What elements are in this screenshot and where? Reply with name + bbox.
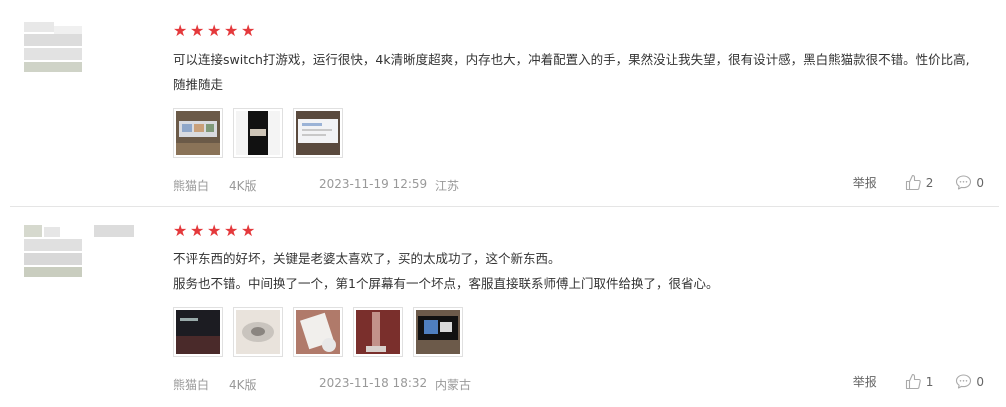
review-thumbnail[interactable] <box>413 307 463 357</box>
star-icon: ★ <box>224 21 239 40</box>
review-text: 不评东西的好坏，关键是老婆太喜欢了，买的太成功了，这个新东西。 服务也不错。中间… <box>173 246 979 296</box>
product-variant: 熊猫白 <box>173 179 210 193</box>
star-icon: ★ <box>241 21 256 40</box>
review-thumbnail[interactable] <box>173 108 223 158</box>
star-icon: ★ <box>173 221 188 240</box>
thumbs-up-icon <box>905 174 922 191</box>
report-link[interactable]: 举报 <box>853 373 877 390</box>
review-images <box>173 108 343 158</box>
star-icon: ★ <box>173 21 188 40</box>
comment-button[interactable]: 0 <box>955 373 984 390</box>
review-text-line: 服务也不错。中间换了一个，第1个屏幕有一个坏点，客服直接联系师傅上门取件给换了，… <box>173 276 719 291</box>
comment-count: 0 <box>976 175 984 190</box>
comment-bubble-icon <box>955 174 972 191</box>
like-count: 2 <box>925 175 934 190</box>
rating-stars: ★ ★ ★ ★ ★ <box>173 223 257 239</box>
comment-count: 0 <box>976 374 984 389</box>
review-meta: 熊猫白 4K版 2023-11-18 18:32 内蒙古 <box>173 376 471 393</box>
star-icon: ★ <box>224 221 239 240</box>
star-icon: ★ <box>207 221 222 240</box>
review-item: ★ ★ ★ ★ ★ 可以连接switch打游戏，运行很快，4k清晰度超爽，内存也… <box>0 0 1006 207</box>
like-count: 1 <box>925 374 934 389</box>
comment-bubble-icon <box>955 373 972 390</box>
review-meta: 熊猫白 4K版 2023-11-19 12:59 江苏 <box>173 177 459 194</box>
star-icon: ★ <box>190 221 205 240</box>
review-date: 2023-11-18 18:32 <box>319 376 428 390</box>
review-images <box>173 307 463 357</box>
review-location: 内蒙古 <box>435 378 472 392</box>
review-location: 江苏 <box>435 179 460 193</box>
review-divider <box>10 206 999 207</box>
like-button[interactable]: 2 <box>905 174 934 191</box>
review-date: 2023-11-19 12:59 <box>319 177 428 191</box>
product-spec: 4K版 <box>229 378 257 392</box>
review-thumbnail[interactable] <box>173 307 223 357</box>
review-thumbnail[interactable] <box>233 108 283 158</box>
star-icon: ★ <box>207 21 222 40</box>
review-actions: 举报 1 0 <box>853 373 984 390</box>
review-actions: 举报 2 0 <box>853 174 984 191</box>
star-icon: ★ <box>241 221 256 240</box>
avatar <box>24 225 134 279</box>
review-thumbnail[interactable] <box>293 108 343 158</box>
report-link[interactable]: 举报 <box>853 174 877 191</box>
like-button[interactable]: 1 <box>905 373 934 390</box>
review-text-line: 不评东西的好坏，关键是老婆太喜欢了，买的太成功了，这个新东西。 <box>173 251 561 266</box>
review-text: 可以连接switch打游戏，运行很快，4k清晰度超爽，内存也大，冲着配置入的手，… <box>173 47 979 97</box>
star-icon: ★ <box>190 21 205 40</box>
review-thumbnail[interactable] <box>233 307 283 357</box>
rating-stars: ★ ★ ★ ★ ★ <box>173 23 257 39</box>
product-variant: 熊猫白 <box>173 378 210 392</box>
thumbs-up-icon <box>905 373 922 390</box>
review-text-line: 可以连接switch打游戏，运行很快，4k清晰度超爽，内存也大，冲着配置入的手，… <box>173 52 970 92</box>
avatar <box>24 22 84 74</box>
comment-button[interactable]: 0 <box>955 174 984 191</box>
review-thumbnail[interactable] <box>293 307 343 357</box>
review-thumbnail[interactable] <box>353 307 403 357</box>
review-item: ★ ★ ★ ★ ★ 不评东西的好坏，关键是老婆太喜欢了，买的太成功了，这个新东西… <box>0 208 1006 407</box>
product-spec: 4K版 <box>229 179 257 193</box>
